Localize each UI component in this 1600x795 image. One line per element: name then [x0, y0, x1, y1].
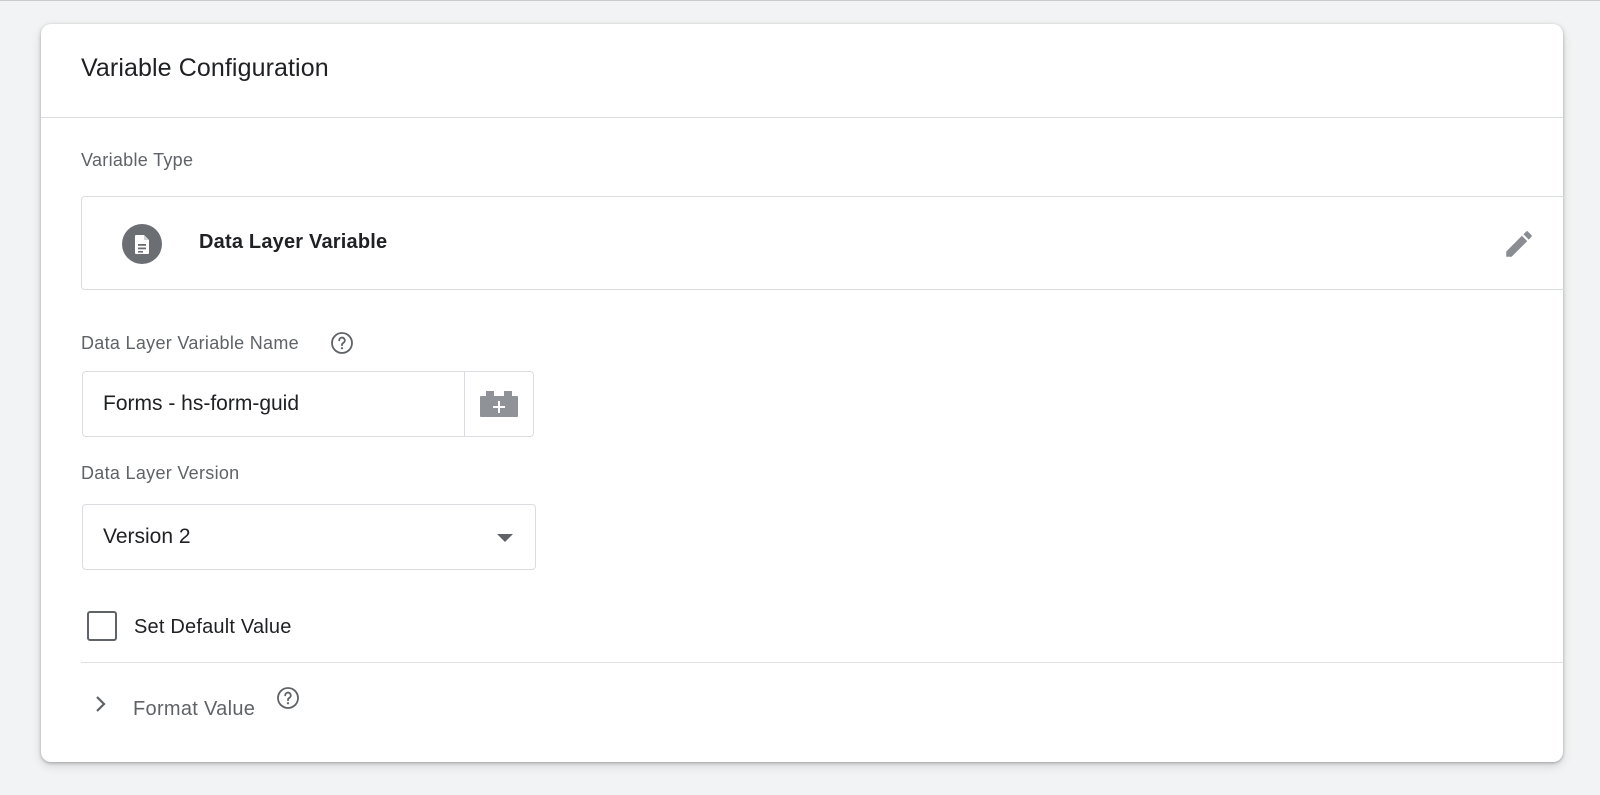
format-value-label: Format Value — [133, 698, 256, 720]
chevron-right-icon — [96, 696, 106, 712]
variable-name-input[interactable] — [83, 372, 464, 436]
help-circle-icon[interactable] — [276, 686, 300, 710]
variable-configuration-card: Variable Configuration Variable Type Dat… — [41, 24, 1565, 762]
card-header: Variable Configuration — [41, 24, 1563, 118]
data-layer-version-value: Version 2 — [103, 525, 191, 548]
pencil-icon[interactable] — [1502, 227, 1536, 261]
window-top-border — [0, 0, 1600, 1]
insert-variable-button[interactable] — [464, 372, 533, 436]
data-layer-version-select[interactable]: Version 2 — [82, 504, 536, 570]
section-divider — [81, 662, 1563, 663]
variable-name-label: Data Layer Variable Name — [81, 333, 299, 353]
caret-down-icon — [497, 534, 513, 542]
help-circle-icon[interactable] — [330, 331, 354, 355]
variable-type-selector[interactable]: Data Layer Variable — [81, 196, 1565, 290]
variable-type-label: Variable Type — [81, 150, 194, 170]
set-default-value-checkbox[interactable] — [87, 611, 117, 641]
variable-type-name: Data Layer Variable — [199, 231, 388, 253]
variable-name-field — [82, 371, 534, 437]
set-default-value-label[interactable]: Set Default Value — [134, 616, 292, 639]
format-value-toggle[interactable]: Format Value — [81, 684, 341, 732]
data-layer-version-label: Data Layer Version — [81, 463, 240, 483]
variable-brick-plus-icon — [480, 391, 518, 417]
document-icon — [122, 224, 162, 264]
card-title: Variable Configuration — [81, 54, 329, 82]
